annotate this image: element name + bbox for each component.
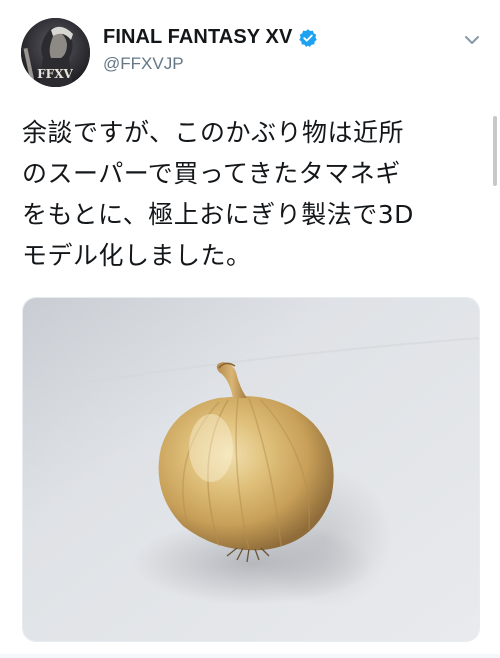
verified-badge-icon bbox=[298, 28, 318, 48]
chevron-down-icon[interactable] bbox=[462, 32, 482, 46]
divider bbox=[0, 654, 500, 658]
scrollbar[interactable] bbox=[493, 116, 497, 186]
author-handle[interactable]: @FFXVJP bbox=[103, 54, 184, 74]
author-name-row[interactable]: FINAL FANTASY XV bbox=[103, 26, 318, 49]
onion-photo bbox=[23, 298, 479, 641]
tweet-card[interactable]: FFXV FINAL FANTASY XV @FFXVJP 余談ですが、このかぶ… bbox=[0, 0, 500, 658]
tweet-text: 余談ですが、このかぶり物は近所 のスーパーで買ってきたタマネギ をもとに、極上お… bbox=[22, 118, 414, 270]
display-name[interactable]: FINAL FANTASY XV bbox=[103, 26, 292, 49]
avatar[interactable]: FFXV bbox=[21, 18, 90, 87]
tweet-photo[interactable] bbox=[22, 297, 480, 642]
avatar-logo-text: FFXV bbox=[37, 67, 73, 81]
